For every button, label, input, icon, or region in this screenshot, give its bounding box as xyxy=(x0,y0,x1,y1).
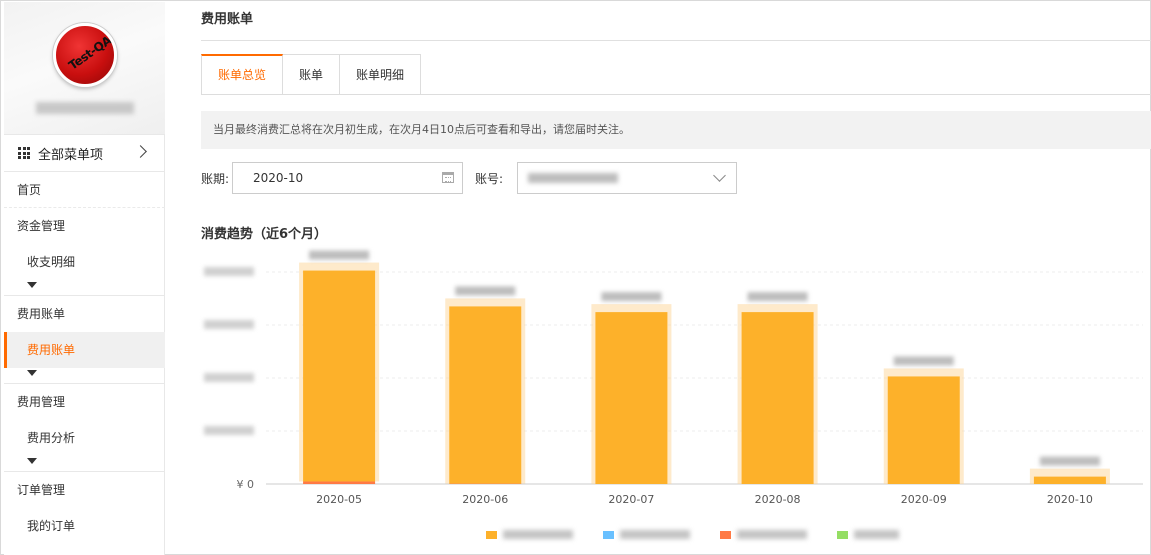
legend-swatch xyxy=(837,530,848,539)
main-content: 费用账单 账单总览 账单 账单明细 当月最终消费汇总将在次月初生成，在次月4日1… xyxy=(186,0,1151,555)
bar-value-label-redacted xyxy=(309,250,370,260)
bar-2020-07-series-0 xyxy=(595,312,668,484)
notice-banner: 当月最终消费汇总将在次月初生成，在次月4日10点后可查看和导出，请您届时关注。 xyxy=(201,111,1151,149)
collapse-caret-icon[interactable] xyxy=(4,456,165,472)
tab-bill-details[interactable]: 账单明细 xyxy=(340,54,422,95)
legend-item[interactable] xyxy=(603,530,690,539)
bar-value-label-redacted xyxy=(747,292,808,302)
tab-bar: 账单总览 账单 账单明细 xyxy=(201,54,422,95)
username-redacted xyxy=(36,102,134,114)
divider xyxy=(201,40,1151,41)
legend-swatch xyxy=(720,530,731,539)
legend-label-redacted xyxy=(620,530,690,539)
legend-label-redacted xyxy=(737,530,807,539)
bar-2020-08-series-0 xyxy=(741,312,814,484)
y-tick-label-redacted xyxy=(204,426,254,435)
bar-2020-09-series-0 xyxy=(887,376,960,484)
account-value-redacted xyxy=(528,173,618,183)
bar-value-label-redacted xyxy=(893,356,954,366)
bar-2020-10-series-0 xyxy=(1033,476,1106,484)
period-value: 2020-10 xyxy=(253,171,304,185)
legend-swatch xyxy=(486,530,497,539)
divider xyxy=(201,94,1151,95)
sidebar-item-home[interactable]: 首页 xyxy=(4,172,165,208)
sidebar-item-billing[interactable]: 费用账单 xyxy=(4,332,165,368)
collapse-caret-icon[interactable] xyxy=(4,368,165,384)
chart-svg: ¥ 0 2020-05 2020-06 2020-07 2020-08 2020-09 20… xyxy=(204,250,1143,506)
avatar[interactable]: Test-QA xyxy=(53,23,117,87)
account-label: 账号: xyxy=(475,172,504,186)
calendar-icon xyxy=(442,172,454,183)
sidebar-item-cost-analysis[interactable]: 费用分析 xyxy=(4,420,165,456)
bar-2020-05-series-2 xyxy=(303,481,376,484)
x-tick-label: 2020-09 xyxy=(901,493,947,506)
bar-value-label-redacted xyxy=(1039,456,1100,466)
legend-item[interactable] xyxy=(486,530,573,539)
sidebar-group-cost-mgmt[interactable]: 费用管理 xyxy=(4,384,165,420)
x-tick-label: 2020-10 xyxy=(1047,493,1093,506)
all-menu-button[interactable]: 全部菜单项 xyxy=(4,134,165,172)
grid-icon xyxy=(18,147,30,159)
all-menu-label: 全部菜单项 xyxy=(38,147,104,163)
x-tick-label: 2020-06 xyxy=(462,493,508,506)
x-tick-label: 2020-08 xyxy=(755,493,801,506)
y-tick-label-redacted xyxy=(204,320,254,329)
tab-bill-overview[interactable]: 账单总览 xyxy=(201,54,284,95)
bar-value-label-redacted xyxy=(455,286,516,296)
sidebar-group-billing[interactable]: 费用账单 xyxy=(4,296,165,332)
chevron-right-icon xyxy=(134,145,147,158)
page-title: 费用账单 xyxy=(201,12,254,27)
x-tick-label: 2020-05 xyxy=(316,493,362,506)
bar-2020-06-series-0 xyxy=(449,306,522,484)
spending-trend-chart: ¥ 0 2020-05 2020-06 2020-07 2020-08 2020-09 20… xyxy=(186,240,1151,555)
account-select[interactable] xyxy=(517,162,737,194)
legend-label-redacted xyxy=(854,530,899,539)
profile-panel: Test-QA xyxy=(4,2,165,134)
sidebar-group-orders[interactable]: 订单管理 xyxy=(4,472,165,508)
legend-swatch xyxy=(603,530,614,539)
legend-item[interactable] xyxy=(837,530,899,539)
y-tick-label-redacted xyxy=(204,373,254,382)
avatar-text: Test-QA xyxy=(66,33,114,73)
chart-legend xyxy=(486,530,899,539)
sidebar-item-my-orders[interactable]: 我的订单 xyxy=(4,508,165,544)
y-tick-label: ¥ 0 xyxy=(237,478,255,491)
sidebar: Test-QA 全部菜单项 首页 资金管理 收支明细 费用账单 费用账单 费用管… xyxy=(4,2,165,555)
bar-value-label-redacted xyxy=(601,292,662,302)
sidebar-menu: 首页 资金管理 收支明细 费用账单 费用账单 费用管理 费用分析 订单管理 我的… xyxy=(4,172,165,544)
sidebar-group-funds[interactable]: 资金管理 xyxy=(4,208,165,244)
legend-item[interactable] xyxy=(720,530,807,539)
x-tick-label: 2020-07 xyxy=(608,493,654,506)
period-label: 账期: xyxy=(201,172,230,186)
legend-label-redacted xyxy=(503,530,573,539)
period-date-picker[interactable]: 2020-10 xyxy=(232,162,463,194)
chevron-down-icon xyxy=(713,169,726,182)
sidebar-item-transactions[interactable]: 收支明细 xyxy=(4,244,165,280)
collapse-caret-icon[interactable] xyxy=(4,280,165,296)
tab-bill[interactable]: 账单 xyxy=(283,54,341,95)
y-tick-label-redacted xyxy=(204,267,254,276)
bar-2020-05-series-0 xyxy=(303,270,376,482)
